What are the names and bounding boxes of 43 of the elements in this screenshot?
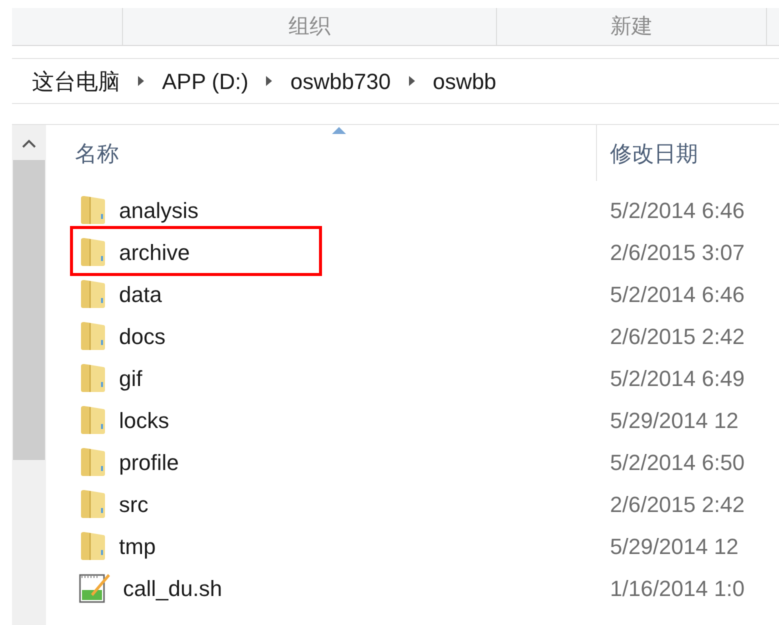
column-header[interactable]: 修改日期 <box>597 125 779 181</box>
folder-icon <box>79 195 107 225</box>
date-modified: 5/2/2014 6:50 <box>609 448 745 476</box>
folder-icon <box>79 363 107 393</box>
date-modified: 5/2/2014 6:46 <box>609 280 745 308</box>
breadcrumb-item[interactable]: oswbb730 <box>290 64 391 98</box>
date-modified: 5/29/2014 12 <box>609 532 738 560</box>
file-name[interactable]: analysis <box>119 194 198 226</box>
file-name[interactable]: docs <box>119 320 166 352</box>
folder-icon <box>79 447 107 477</box>
breadcrumb-item[interactable]: APP (D:) <box>162 64 248 98</box>
file-name[interactable]: gif <box>119 362 142 394</box>
date-modified: 1/16/2014 1:0 <box>609 574 745 602</box>
file-name[interactable]: src <box>119 488 148 520</box>
folder-icon <box>79 489 107 519</box>
scrollbar[interactable] <box>12 125 46 625</box>
file-name[interactable]: call_du.sh <box>123 572 222 604</box>
scroll-up-icon[interactable] <box>22 139 36 148</box>
date-modified: 5/2/2014 6:46 <box>609 196 745 224</box>
folder-icon <box>79 405 107 435</box>
breadcrumb-item[interactable]: 这台电脑 <box>32 64 120 98</box>
chevron-right-icon[interactable] <box>266 76 272 86</box>
chevron-right-icon[interactable] <box>138 76 144 86</box>
column-header[interactable]: 名称 <box>46 125 597 181</box>
file-name[interactable]: locks <box>119 404 170 436</box>
folder-icon <box>79 237 107 267</box>
date-modified: 2/6/2015 2:42 <box>609 490 745 518</box>
script-file-icon <box>79 572 111 604</box>
date-modified: 2/6/2015 2:42 <box>609 322 745 350</box>
date-modified: 2/6/2015 3:07 <box>609 238 745 266</box>
breadcrumb-item[interactable]: oswbb <box>432 64 496 98</box>
folder-icon <box>79 321 107 351</box>
sort-ascending-icon <box>332 127 346 134</box>
file-name[interactable]: archive <box>119 236 190 268</box>
date-modified: 5/29/2014 12 <box>609 406 738 434</box>
file-name[interactable]: data <box>119 278 162 310</box>
file-name[interactable]: tmp <box>119 530 156 562</box>
date-modified: 5/2/2014 6:49 <box>609 364 745 392</box>
scroll-thumb[interactable] <box>13 160 45 460</box>
folder-icon <box>79 279 107 309</box>
file-name[interactable]: profile <box>119 446 179 478</box>
chevron-right-icon[interactable] <box>408 76 415 86</box>
folder-icon <box>79 531 107 561</box>
